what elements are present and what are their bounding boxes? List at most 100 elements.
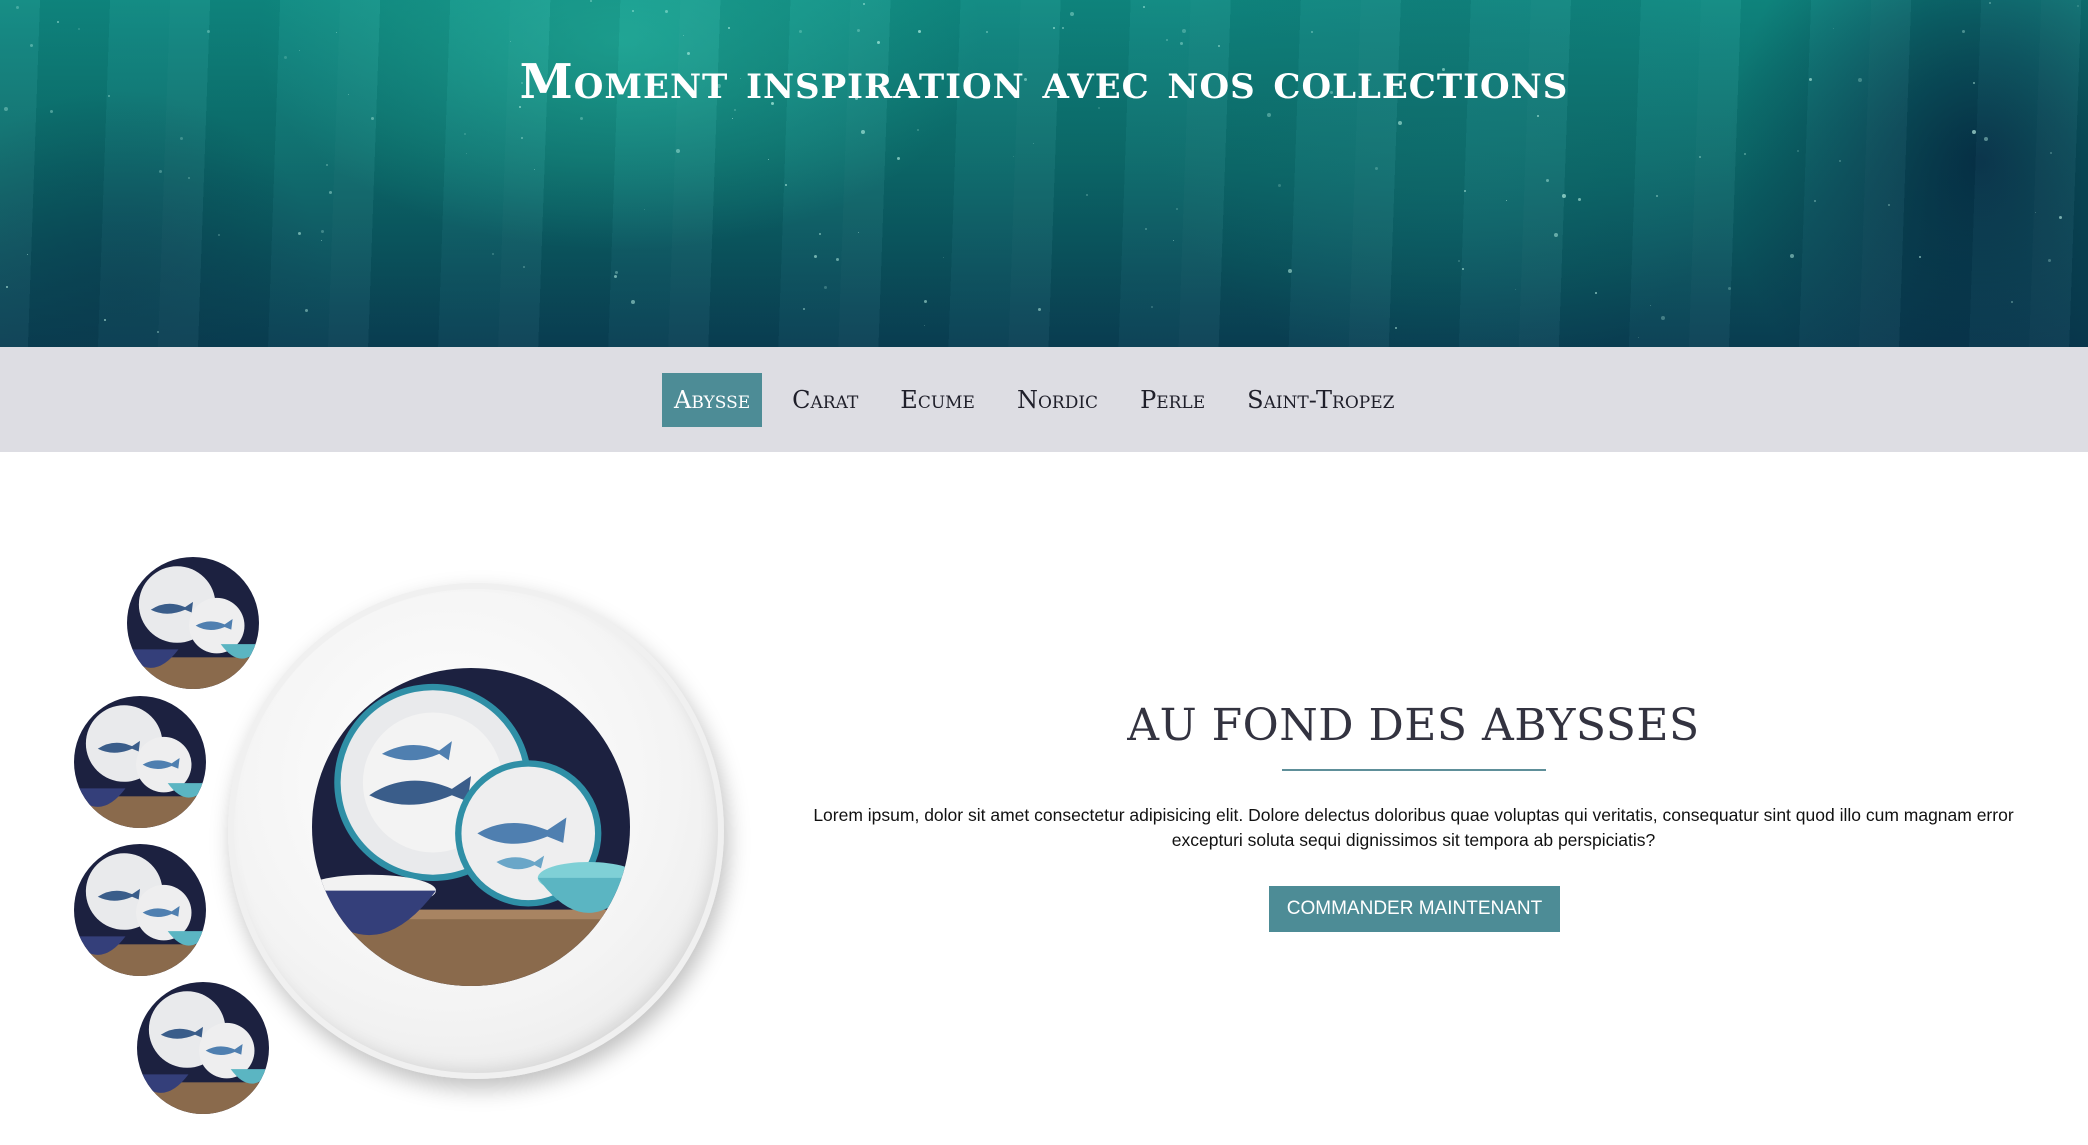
hero-particle [1515, 289, 1516, 290]
hero-particle [1984, 137, 1988, 141]
hero-particle [1919, 256, 1921, 258]
hero-particle [676, 149, 680, 153]
collection-title: AU FOND DES ABYSSES [1127, 700, 1700, 751]
hero-particle [1395, 327, 1397, 329]
hero-particle [2048, 259, 2051, 262]
hero-particle [580, 117, 583, 120]
hero-particle [1546, 179, 1549, 182]
hero-particle [1278, 184, 1281, 187]
dinnerware-illustration [312, 668, 630, 986]
thumbnail-4[interactable] [137, 982, 269, 1114]
hero-particle [326, 164, 328, 166]
tab-saint-tropez[interactable]: Saint-Tropez [1235, 373, 1406, 427]
hero-banner: Moment inspiration avec nos collections [0, 0, 2088, 347]
hero-particle [1143, 6, 1145, 8]
hero-particle [510, 41, 511, 42]
order-now-button[interactable]: Commander maintenant [1269, 886, 1560, 932]
hero-particle [299, 50, 300, 51]
main-product-image [312, 668, 630, 986]
hero-particle [1173, 240, 1174, 241]
thumbnail-1[interactable] [127, 557, 259, 689]
hero-particle [6, 286, 8, 288]
hero-particle [877, 41, 880, 44]
hero-particle [1288, 269, 1292, 273]
page-title: Moment inspiration avec nos collections [519, 54, 1569, 110]
hero-particle [1797, 150, 1799, 152]
hero-particle [897, 157, 900, 160]
hero-particle [1699, 156, 1701, 158]
hero-particle [1833, 28, 1834, 29]
hero-particle [2050, 152, 2052, 154]
hero-particle [2077, 5, 2079, 7]
hero-particle [1182, 29, 1186, 33]
hero-particle [336, 32, 337, 33]
dinnerware-thumbnail-icon [74, 844, 206, 976]
hero-particle [1562, 194, 1566, 198]
hero-particle [644, 209, 645, 210]
hero-particle [534, 169, 535, 170]
hero-particle [298, 232, 301, 235]
hero-particle [632, 10, 634, 12]
hero-particle [1086, 194, 1088, 196]
thumbnail-3[interactable] [74, 844, 206, 976]
hero-particle [1790, 254, 1794, 258]
hero-particle [1839, 160, 1841, 162]
hero-particle [1661, 316, 1665, 320]
hero-particle [824, 286, 827, 289]
hero-particle [1267, 113, 1271, 117]
hero-particle [785, 184, 787, 186]
hero-particle [1537, 115, 1539, 117]
hero-particle [27, 254, 28, 255]
hero-particle [321, 230, 324, 233]
hero-particle [16, 6, 19, 9]
hero-particle [819, 233, 821, 235]
hero-particle [858, 232, 859, 233]
tab-ecume[interactable]: Ecume [888, 373, 987, 427]
hero-particle [1053, 27, 1055, 29]
hero-particle [986, 31, 988, 33]
hero-particle [1033, 143, 1034, 144]
hero-particle [180, 137, 183, 140]
hero-particle [157, 331, 159, 333]
hero-particle [1462, 268, 1464, 270]
tab-carat[interactable]: Carat [780, 373, 870, 427]
hero-particle [207, 30, 210, 33]
hero-particle [1145, 228, 1147, 230]
hero-background-rays [0, 0, 2088, 347]
hero-particle [1458, 260, 1460, 262]
dinnerware-thumbnail-icon [137, 982, 269, 1114]
hero-particle [1166, 39, 1168, 41]
hero-particle [1972, 130, 1976, 134]
thumbnail-2[interactable] [74, 696, 206, 828]
hero-particle [943, 257, 944, 258]
hero-particle [1151, 306, 1153, 308]
hero-particle [464, 133, 466, 135]
hero-particle [1554, 233, 1558, 237]
hero-particle [57, 21, 59, 23]
tab-nordic[interactable]: Nordic [1005, 373, 1110, 427]
hero-particle [2035, 212, 2036, 213]
collection-description: Lorem ipsum, dolor sit amet consectetur … [813, 805, 2014, 850]
hero-particle [1038, 308, 1041, 311]
hero-particle [1962, 30, 1965, 33]
hero-particle [466, 153, 467, 154]
tab-perle[interactable]: Perle [1128, 373, 1217, 427]
hero-particle [631, 300, 635, 304]
hero-particle [1375, 167, 1378, 170]
hero-particle [924, 325, 925, 326]
hero-particle [1650, 305, 1651, 306]
hero-particle [321, 240, 322, 241]
collection-tabs: Abysse Carat Ecume Nordic Perle Saint-Tr… [662, 373, 1424, 427]
hero-particle [30, 44, 33, 47]
hero-particle [1744, 153, 1746, 155]
hero-particle [1989, 2, 1991, 4]
hero-particle [1578, 198, 1581, 201]
dinnerware-thumbnail-icon [74, 696, 206, 828]
hero-particle [329, 191, 332, 194]
tab-abysse[interactable]: Abysse [662, 373, 763, 427]
hero-particle [1728, 287, 1731, 290]
hero-particle [1506, 200, 1507, 201]
hero-particle [1218, 45, 1220, 47]
hero-particle [1062, 27, 1064, 29]
hero-particle [1180, 42, 1183, 45]
